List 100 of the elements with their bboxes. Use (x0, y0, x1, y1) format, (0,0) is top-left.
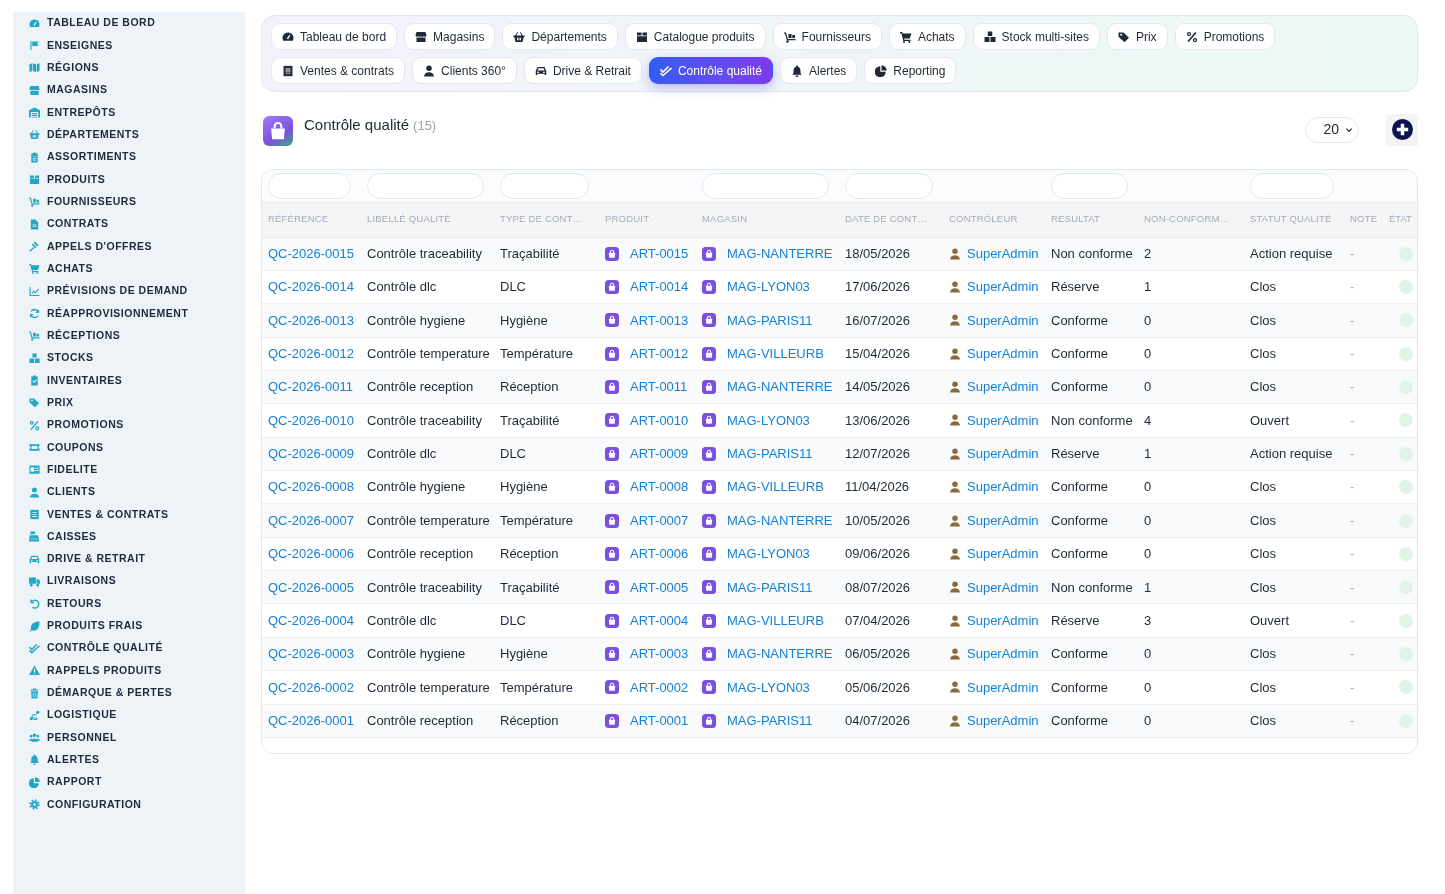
user-link[interactable]: SuperAdmin (967, 544, 1039, 564)
product-link[interactable]: ART-0001 (630, 710, 689, 731)
filter-input[interactable] (845, 172, 933, 199)
product-link[interactable]: ART-0012 (630, 344, 689, 364)
user-link[interactable]: SuperAdmin (967, 277, 1039, 297)
tab[interactable]: Clients 360° (412, 57, 517, 84)
sidebar-item[interactable]: INVENTAIRES (13, 369, 245, 392)
user-link[interactable]: SuperAdmin (967, 610, 1039, 631)
tab[interactable]: Reporting (864, 57, 957, 84)
sidebar-item[interactable]: PROMOTIONS (13, 413, 245, 437)
sidebar-item[interactable]: STOCKS (13, 346, 245, 370)
filter-input[interactable] (268, 172, 351, 199)
product-link[interactable]: ART-0013 (630, 310, 689, 331)
reference-link[interactable]: QC-2026-0005 (268, 577, 354, 597)
tab[interactable]: Promotions (1174, 23, 1276, 50)
sidebar-item[interactable]: DÉPARTEMENTS (13, 123, 245, 146)
reference-link[interactable]: QC-2026-0009 (268, 444, 354, 464)
sidebar-item[interactable]: ASSORTIMENTS (13, 145, 245, 169)
sidebar-item[interactable]: ACHATS (13, 257, 245, 280)
product-link[interactable]: ART-0003 (630, 644, 689, 664)
sidebar-item[interactable]: RAPPELS PRODUITS (13, 659, 245, 682)
store-link[interactable]: MAG-NANTERRE (727, 510, 833, 531)
sidebar-item[interactable]: RAPPORT (13, 771, 245, 794)
store-link[interactable]: MAG-LYON03 (727, 677, 810, 698)
sidebar-item[interactable]: CONTRATS (13, 212, 245, 236)
reference-link[interactable]: QC-2026-0014 (268, 277, 354, 297)
sidebar-item[interactable]: ENSEIGNES (13, 34, 245, 57)
sidebar-item[interactable]: CONTRÔLE QUALITÉ (13, 637, 245, 660)
reference-link[interactable]: QC-2026-0013 (268, 310, 354, 331)
product-link[interactable]: ART-0005 (630, 577, 689, 597)
store-link[interactable]: MAG-VILLEURB (727, 477, 824, 497)
product-link[interactable]: ART-0015 (630, 243, 689, 264)
sidebar-item[interactable]: FIDELITE (13, 458, 245, 481)
user-link[interactable]: SuperAdmin (967, 577, 1039, 597)
product-link[interactable]: ART-0007 (630, 510, 689, 531)
page-size-select[interactable]: 20 (1305, 116, 1359, 143)
filter-input[interactable] (367, 172, 484, 199)
reference-link[interactable]: QC-2026-0001 (268, 710, 354, 731)
tab[interactable]: Départements (502, 23, 618, 50)
reference-link[interactable]: QC-2026-0006 (268, 544, 354, 564)
sidebar-item[interactable]: ENTREPÔTS (13, 101, 245, 124)
product-link[interactable]: ART-0008 (630, 477, 689, 497)
tab[interactable]: Tableau de bord (271, 23, 398, 50)
sidebar-item[interactable]: COUPONS (13, 436, 245, 459)
tab[interactable]: Catalogue produits (624, 23, 766, 50)
sidebar-item[interactable]: RÉAPPROVISIONNEMENT (13, 302, 245, 325)
user-link[interactable]: SuperAdmin (967, 510, 1039, 531)
user-link[interactable]: SuperAdmin (967, 243, 1039, 264)
sidebar-item[interactable]: TABLEAU DE BORD (13, 12, 245, 35)
filter-input[interactable] (702, 172, 829, 199)
tab[interactable]: Fournisseurs (772, 23, 882, 50)
store-link[interactable]: MAG-PARIS11 (727, 710, 813, 731)
sidebar-item[interactable]: CAISSES (13, 525, 245, 548)
user-link[interactable]: SuperAdmin (967, 344, 1039, 364)
user-link[interactable]: SuperAdmin (967, 644, 1039, 664)
tab[interactable]: Contrôle qualité (648, 57, 773, 84)
product-link[interactable]: ART-0014 (630, 277, 689, 297)
sidebar-item[interactable]: CLIENTS (13, 480, 245, 504)
store-link[interactable]: MAG-NANTERRE (727, 644, 833, 664)
filter-input[interactable] (500, 172, 589, 199)
sidebar-item[interactable]: MAGASINS (13, 79, 245, 102)
product-link[interactable]: ART-0009 (630, 444, 689, 464)
sidebar-item[interactable]: APPELS D'OFFRES (13, 235, 245, 258)
reference-link[interactable]: QC-2026-0015 (268, 243, 354, 264)
user-link[interactable]: SuperAdmin (967, 377, 1039, 397)
reference-link[interactable]: QC-2026-0003 (268, 644, 354, 664)
store-link[interactable]: MAG-PARIS11 (727, 310, 813, 331)
sidebar-item[interactable]: PRODUITS (13, 168, 245, 191)
sidebar-item[interactable]: PRIX (13, 391, 245, 414)
reference-link[interactable]: QC-2026-0008 (268, 477, 354, 497)
sidebar-item[interactable]: RÉGIONS (13, 56, 245, 79)
user-link[interactable]: SuperAdmin (967, 677, 1039, 698)
sidebar-item[interactable]: ALERTES (13, 748, 245, 772)
store-link[interactable]: MAG-PARIS11 (727, 444, 813, 464)
user-link[interactable]: SuperAdmin (967, 310, 1039, 331)
store-link[interactable]: MAG-LYON03 (727, 277, 810, 297)
filter-input[interactable] (1051, 172, 1128, 199)
user-link[interactable]: SuperAdmin (967, 444, 1039, 464)
tab[interactable]: Stock multi-sites (972, 23, 1100, 50)
reference-link[interactable]: QC-2026-0012 (268, 344, 354, 364)
sidebar-item[interactable]: LOGISTIQUE (13, 704, 245, 727)
store-link[interactable]: MAG-VILLEURB (727, 344, 824, 364)
product-link[interactable]: ART-0010 (630, 410, 689, 431)
sidebar-item[interactable]: DRIVE & RETRAIT (13, 547, 245, 571)
user-link[interactable]: SuperAdmin (967, 477, 1039, 497)
product-link[interactable]: ART-0011 (630, 377, 688, 397)
store-link[interactable]: MAG-PARIS11 (727, 577, 813, 597)
reference-link[interactable]: QC-2026-0002 (268, 677, 354, 698)
tab[interactable]: Alertes (780, 57, 858, 84)
store-link[interactable]: MAG-VILLEURB (727, 610, 824, 631)
product-link[interactable]: ART-0004 (630, 610, 689, 631)
sidebar-item[interactable]: PRÉVISIONS DE DEMAND (13, 279, 245, 303)
store-link[interactable]: MAG-NANTERRE (727, 243, 833, 264)
tab[interactable]: Ventes & contrats (271, 57, 406, 84)
sidebar-item[interactable]: CONFIGURATION (13, 793, 245, 816)
sidebar-item[interactable]: DÉMARQUE & PERTES (13, 681, 245, 705)
tab[interactable]: Drive & Retrait (523, 57, 642, 84)
tab[interactable]: Magasins (404, 23, 496, 50)
sidebar-item[interactable]: PRODUITS FRAIS (13, 614, 245, 638)
tab[interactable]: Achats (888, 23, 966, 50)
